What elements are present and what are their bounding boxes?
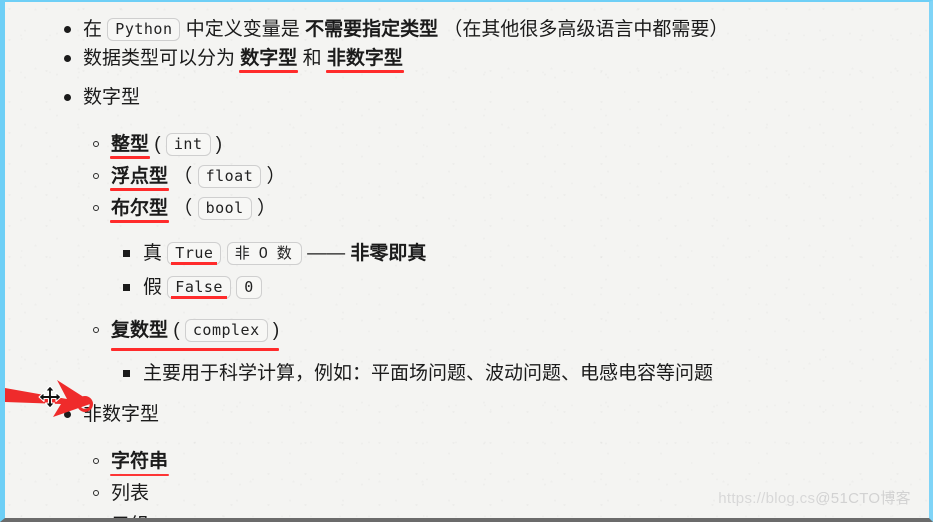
label-list-cn: 列表 [111,483,150,504]
red-arrow-pointer-icon [5,380,93,417]
emphasis-nonzero-is-true: 非零即真 [350,243,427,264]
emphasis-no-type-needed: 不需要指定类型 [305,19,439,40]
list-item-complex: 复数型 ( complex ) [5,315,929,351]
list-item-false: 假 False 0 [5,271,929,305]
code-chip-zero: 0 [236,276,262,299]
code-chip-int: int [165,133,211,156]
bullet-circle-icon [93,205,99,211]
list-item-int: 整型 ( int ) [5,129,929,161]
paren-close: ） [266,166,286,187]
bullet-disc-icon [64,55,71,62]
list-item-tuple: 元组 [5,510,929,518]
text-fragment: （在其他很多高级语言中都需要） [443,19,729,40]
list-item-bool: 布尔型 （ bool ） [5,193,929,225]
code-chip-bool: bool [197,197,252,220]
bullet-circle-icon [93,490,99,496]
paren-open: ( [173,320,180,341]
slide-content: 在 Python 中定义变量是 不需要指定类型 （在其他很多高级语言中都需要） … [5,2,929,518]
paren-open: （ [173,166,193,187]
watermark-url: https://blog.cs [718,490,816,507]
list-item-float: 浮点型 （ float ） [5,161,929,193]
bullet-circle-icon [93,458,99,464]
text-fragment: 数字型 [83,87,141,108]
list-item-true: 真 True 非 0 数 —— 非零即真 [5,237,929,271]
code-chip-float: float [197,165,262,188]
bullet-disc-icon [64,26,71,33]
label-complex-cn: 复数型 [111,320,169,341]
paren-close: ) [272,320,280,341]
highlight-non-numeric-type: 非数字型 [326,48,403,69]
label-true-cn: 真 [143,243,163,264]
pointer-annotation [5,376,115,422]
code-chip-python: Python [107,18,181,41]
outline-list: 在 Python 中定义变量是 不需要指定类型 （在其他很多高级语言中都需要） … [5,16,929,518]
highlight-bool-label: 布尔型 [111,198,169,219]
bullet-circle-icon [93,141,99,147]
code-chip-false: False [167,276,231,299]
text-fragment: 和 [302,48,322,69]
list-item-complex-description: 主要用于科学计算，例如：平面场问题、波动问题、电感电容等问题 [5,357,929,391]
paren-open: ( [154,134,161,155]
label-false-cn: 假 [143,277,163,298]
highlight-int-label: 整型 [111,134,150,155]
move-cursor-icon [38,385,62,409]
highlight-complex-group: 复数型 ( complex ) [111,315,280,351]
highlight-float-label: 浮点型 [111,166,169,187]
bullet-square-icon [123,250,130,257]
paren-open: （ [173,198,193,219]
dash-separator: —— [307,243,346,264]
paren-close: ） [257,198,277,219]
code-chip-true: True [167,242,222,265]
code-chip-nonzero-number: 非 0 数 [226,242,302,265]
slide-canvas: 在 Python 中定义变量是 不需要指定类型 （在其他很多高级语言中都需要） … [0,0,933,522]
label-tuple-cn: 元组 [111,515,149,518]
bullet-square-icon [123,284,130,291]
bullet-square-icon [123,370,130,377]
text-fragment: 在 [83,19,103,40]
text-complex-usage: 主要用于科学计算，例如：平面场问题、波动问题、电感电容等问题 [143,363,714,384]
highlight-string-label: 字符串 [111,451,169,472]
list-item-string: 字符串 [5,446,929,478]
text-fragment: 中定义变量是 [185,19,300,40]
bullet-disc-icon [64,94,71,101]
bullet-circle-icon [93,173,99,179]
list-item-non-numeric-type: 非数字型 [5,401,929,428]
watermark: https://blog.cs@51CTO博客 [718,487,911,508]
paren-close: ) [215,134,223,155]
list-item-python-variable: 在 Python 中定义变量是 不需要指定类型 （在其他很多高级语言中都需要） [5,16,929,43]
list-item-numeric-type: 数字型 [5,84,929,111]
highlight-numeric-type: 数字型 [240,48,298,69]
code-chip-complex: complex [184,319,268,342]
list-item-data-type-split: 数据类型可以分为 数字型 和 非数字型 [5,45,929,72]
bullet-circle-icon [93,327,99,333]
text-fragment: 数据类型可以分为 [83,48,236,69]
watermark-brand: @51CTO博客 [815,490,911,507]
